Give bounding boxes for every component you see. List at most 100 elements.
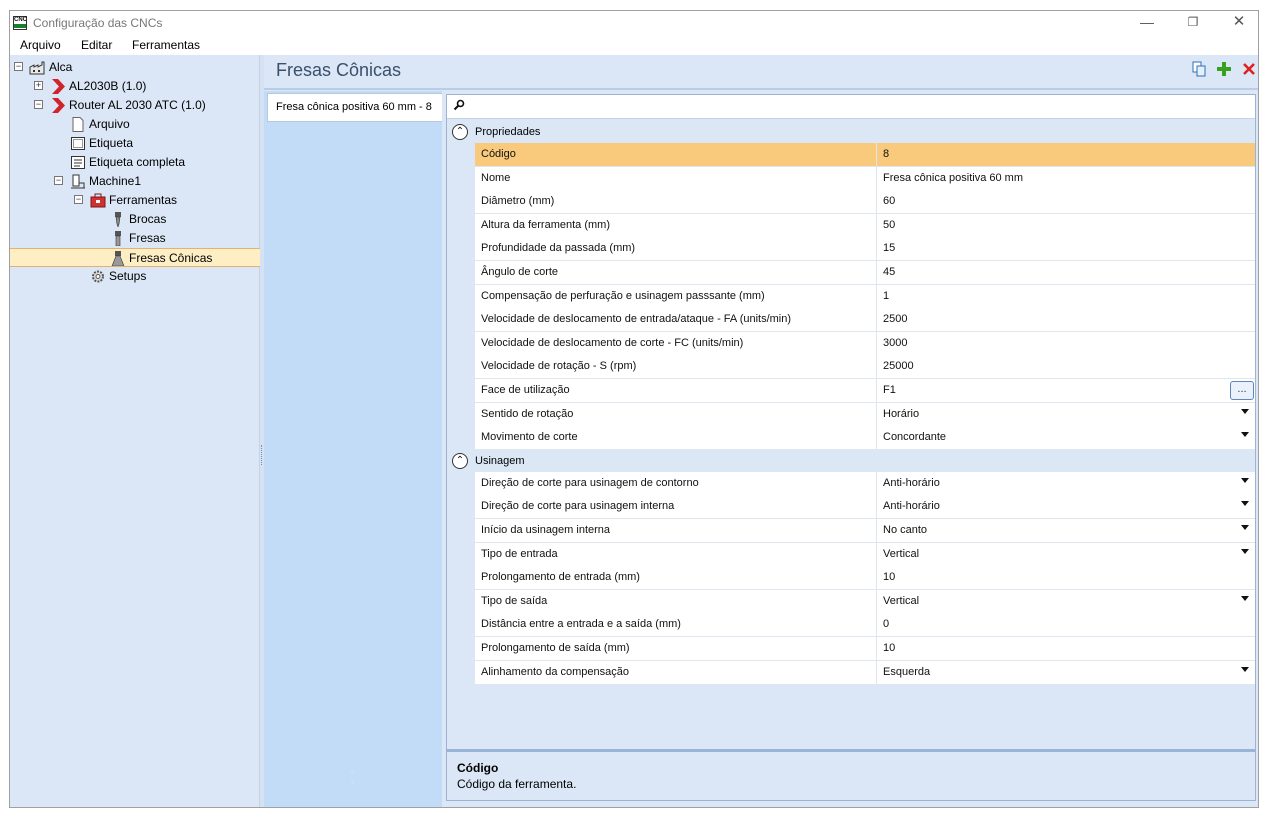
property-value[interactable]: 3000 — [883, 337, 907, 349]
property-row[interactable]: Compensação de perfuração e usinagem pas… — [475, 285, 1255, 309]
property-value[interactable]: 25000 — [883, 360, 914, 372]
tree-expander-icon[interactable]: − — [74, 195, 83, 204]
property-row[interactable]: Prolongamento de entrada (mm) 10 — [475, 566, 1255, 590]
property-value[interactable]: Fresa cônica positiva 60 mm — [883, 172, 1023, 184]
dropdown-arrow-icon[interactable] — [1241, 596, 1249, 601]
search-bar[interactable] — [447, 95, 1255, 119]
tree-expander-icon[interactable]: − — [14, 62, 23, 71]
collapse-category-icon[interactable]: ⌃ — [452, 124, 468, 140]
property-row[interactable]: Início da usinagem interna No canto — [475, 519, 1255, 543]
property-row[interactable]: Ângulo de corte 45 — [475, 261, 1255, 285]
menu-editar[interactable]: Editar — [81, 38, 112, 52]
tree-item[interactable]: Fresas Cônicas — [10, 248, 260, 267]
tree-item[interactable]: Setups — [10, 267, 260, 286]
property-row[interactable]: Velocidade de deslocamento de entrada/at… — [475, 308, 1255, 332]
property-name: Início da usinagem interna — [481, 524, 611, 536]
property-row[interactable]: Face de utilização F1... — [475, 379, 1255, 403]
property-row[interactable]: Direção de corte para usinagem de contor… — [475, 472, 1255, 496]
page-title: Fresas Cônicas — [276, 60, 402, 80]
dropdown-arrow-icon[interactable] — [1241, 432, 1249, 437]
property-value[interactable]: Esquerda — [883, 666, 930, 678]
dropdown-arrow-icon[interactable] — [1241, 501, 1249, 506]
red-chevron-icon — [50, 98, 66, 113]
property-row[interactable]: Prolongamento de saída (mm) 10 — [475, 637, 1255, 661]
property-value[interactable]: 15 — [883, 242, 895, 254]
property-value[interactable]: 45 — [883, 266, 895, 278]
property-row[interactable]: Nome Fresa cônica positiva 60 mm — [475, 167, 1255, 191]
property-name: Tipo de saída — [481, 595, 548, 607]
property-value[interactable]: Vertical — [883, 595, 919, 607]
label-icon — [70, 136, 86, 151]
tree-item[interactable]: Brocas — [10, 210, 260, 229]
tree-item[interactable]: Arquivo — [10, 115, 260, 134]
tree-item[interactable]: − Router AL 2030 ATC (1.0) — [10, 96, 260, 115]
tree-item[interactable]: Fresas — [10, 229, 260, 248]
property-value[interactable]: Vertical — [883, 548, 919, 560]
close-window-button[interactable]: ✕ — [1216, 11, 1258, 35]
collapse-category-icon[interactable]: ⌃ — [452, 452, 468, 469]
tree-item[interactable]: − Alca — [10, 58, 260, 77]
property-name: Velocidade de deslocamento de entrada/at… — [481, 313, 792, 325]
property-row[interactable]: Diâmetro (mm) 60 — [475, 190, 1255, 214]
dropdown-arrow-icon[interactable] — [1241, 525, 1249, 530]
property-row[interactable]: Alinhamento da compensação Esquerda — [475, 661, 1255, 685]
tree-expander-icon[interactable]: − — [34, 100, 43, 109]
tree-expander-icon[interactable]: + — [34, 81, 43, 90]
list-item[interactable]: Fresa cônica positiva 60 mm - 8 — [267, 93, 442, 122]
property-value[interactable]: Horário — [883, 408, 919, 420]
property-value[interactable]: Anti-horário — [883, 500, 940, 512]
property-value[interactable]: 0 — [883, 618, 889, 630]
menu-arquivo[interactable]: Arquivo — [20, 38, 61, 52]
tree-item[interactable]: + AL2030B (1.0) — [10, 77, 260, 96]
property-value[interactable]: 10 — [883, 642, 895, 654]
property-row[interactable]: Tipo de saída Vertical — [475, 590, 1255, 614]
property-value[interactable]: 60 — [883, 195, 895, 207]
restore-button[interactable]: ❐ — [1170, 11, 1216, 35]
property-value[interactable]: 2500 — [883, 313, 907, 325]
property-name: Nome — [481, 172, 511, 184]
conical-mill-icon — [110, 251, 126, 267]
property-value[interactable]: Concordante — [883, 431, 946, 443]
property-value[interactable]: 50 — [883, 219, 895, 231]
tree-item[interactable]: − Ferramentas — [10, 191, 260, 210]
tree-item[interactable]: − Machine1 — [10, 172, 260, 191]
dropdown-arrow-icon[interactable] — [1241, 667, 1249, 672]
dropdown-arrow-icon[interactable] — [1241, 478, 1249, 483]
property-name: Prolongamento de saída (mm) — [481, 642, 630, 654]
add-icon[interactable] — [1216, 61, 1232, 77]
property-name: Diâmetro (mm) — [481, 195, 555, 207]
category-label: Propriedades — [475, 126, 541, 138]
property-value[interactable]: Anti-horário — [883, 477, 940, 489]
tree-item-label: AL2030B (1.0) — [69, 79, 147, 93]
property-value[interactable]: No canto — [883, 524, 927, 536]
property-row[interactable]: Direção de corte para usinagem interna An… — [475, 495, 1255, 519]
content-area: Fresas Cônicas Fresa cônica positiva 60 … — [264, 55, 1258, 807]
property-value[interactable]: 1 — [883, 290, 889, 302]
copy-icon[interactable] — [1191, 61, 1207, 77]
tree-expander-icon[interactable]: − — [54, 176, 63, 185]
property-row[interactable]: Tipo de entrada Vertical — [475, 543, 1255, 567]
tree-item[interactable]: Etiqueta — [10, 134, 260, 153]
ellipsis-button[interactable]: ... — [1230, 381, 1254, 400]
minimize-button[interactable]: ― — [1124, 11, 1170, 35]
property-value[interactable]: F1 — [883, 384, 896, 396]
property-value[interactable]: 8 — [883, 148, 889, 160]
dropdown-arrow-icon[interactable] — [1241, 549, 1249, 554]
property-row[interactable]: Profundidade da passada (mm) 15 — [475, 237, 1255, 261]
dropdown-arrow-icon[interactable] — [1241, 409, 1249, 414]
app-window: CNC Configuração das CNCs ― ❐ ✕ Arquivo … — [9, 10, 1259, 808]
property-row[interactable]: Velocidade de rotação - S (rpm) 25000 — [475, 355, 1255, 379]
property-name: Ângulo de corte — [481, 266, 559, 278]
property-row[interactable]: Sentido de rotação Horário — [475, 403, 1255, 427]
delete-icon[interactable] — [1241, 61, 1257, 77]
property-grid-panel: Código Código da ferramenta. ⌃ Propriedad… — [444, 91, 1258, 807]
menu-ferramentas[interactable]: Ferramentas — [132, 38, 200, 52]
property-row[interactable]: Código 8 — [475, 143, 1255, 167]
property-row[interactable]: Altura da ferramenta (mm) 50 — [475, 214, 1255, 238]
property-row[interactable]: Movimento de corte Concordante — [475, 426, 1255, 450]
property-value[interactable]: 10 — [883, 571, 895, 583]
property-row[interactable]: Distância entre a entrada e a saída (mm)… — [475, 613, 1255, 637]
property-row[interactable]: Velocidade de deslocamento de corte - FC… — [475, 332, 1255, 356]
tree-item[interactable]: Etiqueta completa — [10, 153, 260, 172]
property-name: Alinhamento da compensação — [481, 666, 629, 678]
